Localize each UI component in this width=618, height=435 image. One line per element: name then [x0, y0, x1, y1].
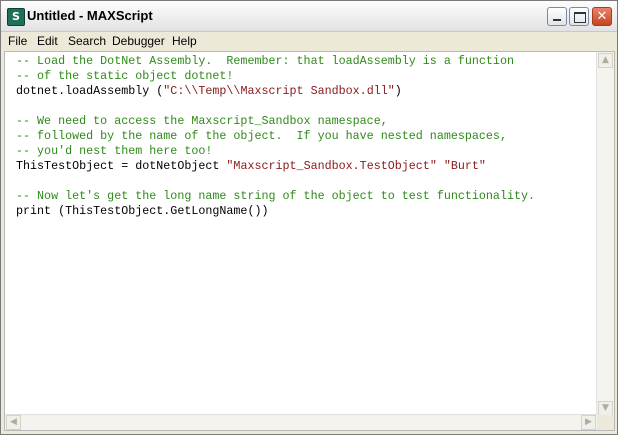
code-line[interactable]: -- followed by the name of the object. I…: [16, 129, 535, 144]
menu-search[interactable]: Search: [68, 34, 106, 48]
menu-file[interactable]: File: [8, 34, 27, 48]
code-token-comment: -- We need to access the Maxscript_Sandb…: [16, 114, 388, 128]
menu-debugger[interactable]: Debugger: [112, 34, 165, 48]
vertical-scrollbar[interactable]: ▲ ▼: [596, 52, 614, 417]
code-line[interactable]: print (ThisTestObject.GetLongName()): [16, 204, 535, 219]
code-area[interactable]: -- Load the DotNet Assembly. Remember: t…: [16, 54, 535, 219]
code-line[interactable]: [16, 174, 535, 189]
code-token-comment: -- followed by the name of the object. I…: [16, 129, 507, 143]
scroll-down-arrow-icon[interactable]: ▼: [598, 401, 613, 416]
code-token-string: "Maxscript_Sandbox.TestObject": [226, 159, 437, 173]
code-token-comment: -- you'd nest them here too!: [16, 144, 213, 158]
maximize-button[interactable]: [569, 7, 589, 26]
code-token-comment: -- Load the DotNet Assembly. Remember: t…: [16, 54, 514, 68]
code-token-plain: dotnet.loadAssembly (: [16, 84, 164, 98]
maxscript-app-icon[interactable]: S: [7, 8, 25, 26]
close-button[interactable]: ✕: [592, 7, 612, 26]
scrollbar-corner: [597, 415, 614, 430]
code-token-plain: ThisTestObject = dotNetObject: [16, 159, 227, 173]
scroll-up-arrow-icon[interactable]: ▲: [598, 53, 613, 68]
code-token-plain: ): [394, 84, 402, 98]
title-bar[interactable]: S Untitled - MAXScript ✕: [1, 1, 617, 32]
code-token-plain: print (ThisTestObject.GetLongName()): [16, 204, 269, 218]
close-icon: ✕: [596, 9, 608, 24]
menu-help[interactable]: Help: [172, 34, 197, 48]
maximize-icon: [574, 12, 586, 23]
code-line[interactable]: [16, 99, 535, 114]
code-line[interactable]: -- We need to access the Maxscript_Sandb…: [16, 114, 535, 129]
horizontal-scrollbar[interactable]: ◀ ▶: [5, 414, 597, 430]
code-token-comment: -- of the static object dotnet!: [16, 69, 234, 83]
code-token-string: "Burt": [443, 159, 486, 173]
scroll-right-arrow-icon[interactable]: ▶: [581, 415, 596, 430]
code-line[interactable]: -- of the static object dotnet!: [16, 69, 535, 84]
code-line[interactable]: -- Load the DotNet Assembly. Remember: t…: [16, 54, 535, 69]
code-token-string: "C:\\Temp\\Maxscript Sandbox.dll": [163, 84, 395, 98]
menu-edit[interactable]: Edit: [37, 34, 58, 48]
code-line[interactable]: -- Now let's get the long name string of…: [16, 189, 535, 204]
code-line[interactable]: dotnet.loadAssembly ("C:\\Temp\\Maxscrip…: [16, 84, 535, 99]
menu-bar: File Edit Search Debugger Help: [1, 32, 617, 50]
code-token-comment: -- Now let's get the long name string of…: [16, 189, 536, 203]
minimize-button[interactable]: [547, 7, 567, 26]
window-title: Untitled - MAXScript: [27, 8, 153, 23]
minimize-icon: [553, 19, 561, 21]
script-editor[interactable]: -- Load the DotNet Assembly. Remember: t…: [4, 51, 615, 431]
maxscript-window: S Untitled - MAXScript ✕ File Edit Searc…: [0, 0, 618, 435]
scroll-left-arrow-icon[interactable]: ◀: [6, 415, 21, 430]
code-line[interactable]: -- you'd nest them here too!: [16, 144, 535, 159]
code-line[interactable]: ThisTestObject = dotNetObject "Maxscript…: [16, 159, 535, 174]
